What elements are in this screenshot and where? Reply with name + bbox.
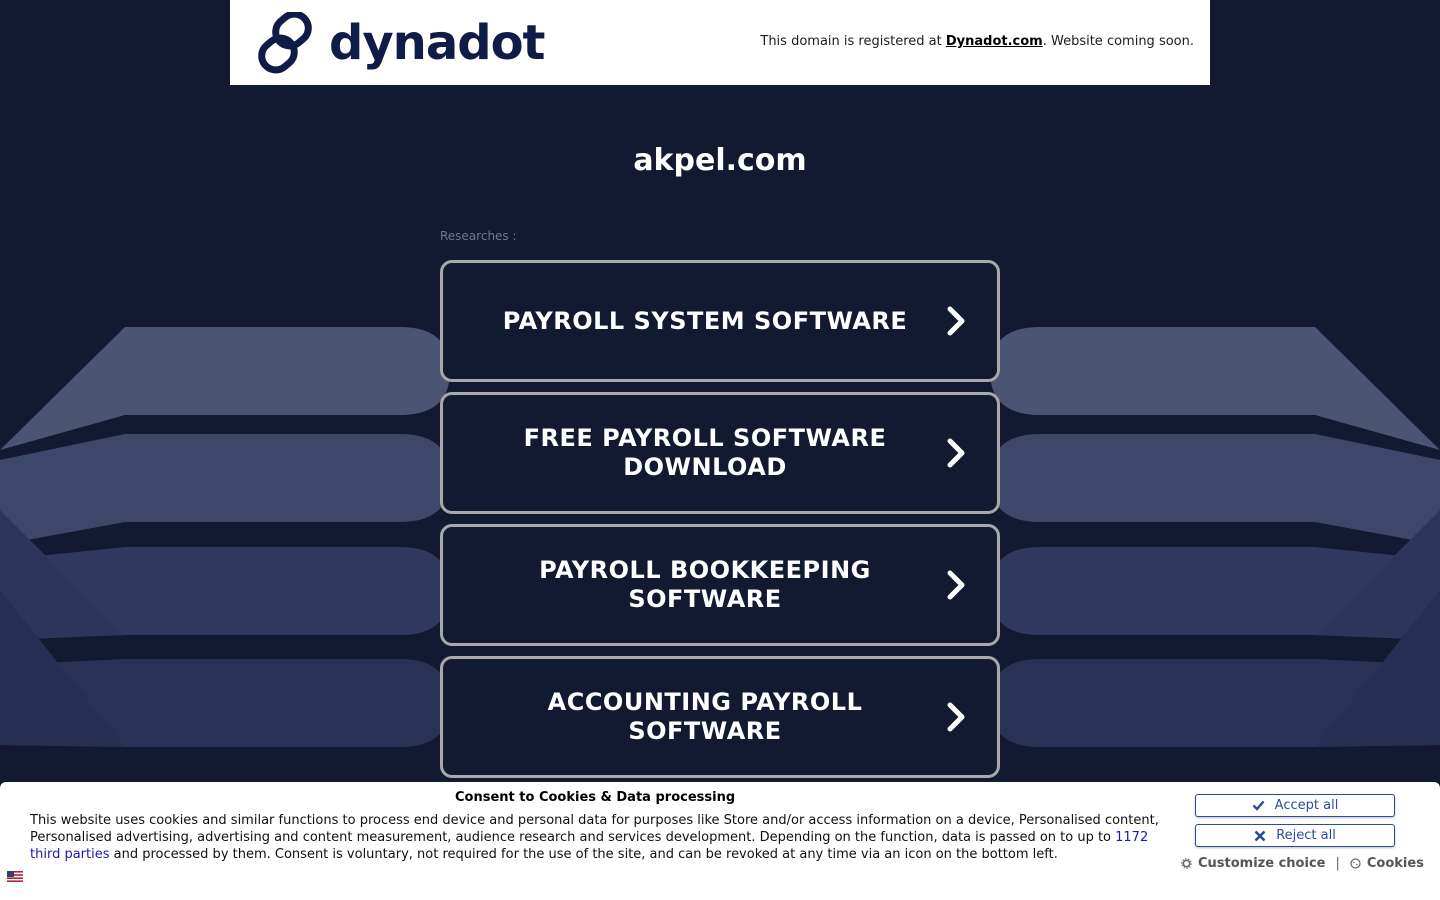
dynadot-logo[interactable]: dynadot [255,12,545,74]
related-link-label: FREE PAYROLL SOFTWARE DOWNLOAD [523,424,887,481]
related-link-button[interactable]: FREE PAYROLL SOFTWARE DOWNLOAD [440,392,1000,514]
cookies-link[interactable]: Cookies [1367,856,1424,871]
chevron-right-icon [947,702,965,732]
note-suffix: . Website coming soon. [1042,34,1194,49]
related-link-label: PAYROLL BOOKKEEPING SOFTWARE [539,556,871,613]
logo-text: dynadot [329,15,545,71]
customize-choice-link[interactable]: Customize choice [1198,856,1325,871]
reject-all-button[interactable]: Reject all [1195,824,1395,847]
registrar-header: dynadot This domain is registered at Dyn… [230,0,1210,85]
chevron-right-icon [947,306,965,336]
bg-band [0,434,450,545]
related-link-label: ACCOUNTING PAYROLL SOFTWARE [547,688,863,745]
bg-band [990,434,1440,545]
us-flag-icon[interactable] [7,871,23,882]
cookie-secondary-links: Customize choice | Cookies [1181,856,1424,871]
check-icon [1252,800,1265,811]
bg-band [990,327,1440,450]
researches-label: Researches : [440,229,517,243]
cookie-text-part1: This website uses cookies and similar fu… [30,813,1159,845]
related-link-button[interactable]: ACCOUNTING PAYROLL SOFTWARE [440,656,1000,778]
x-icon [1254,830,1266,841]
cookie-consent-banner: Consent to Cookies & Data processing Thi… [0,782,1440,900]
related-link-label: PAYROLL SYSTEM SOFTWARE [502,306,908,335]
link-separator: | [1335,856,1340,871]
chain-link-icon [258,12,312,74]
cookie-description: This website uses cookies and similar fu… [30,812,1165,863]
accept-all-button[interactable]: Accept all [1195,794,1395,817]
registration-note: This domain is registered at Dynadot.com… [760,34,1194,49]
reject-all-label: Reject all [1276,828,1336,843]
related-links: PAYROLL SYSTEM SOFTWARE FREE PAYROLL SOF… [440,260,1000,788]
cookie-icon [1350,858,1361,869]
note-prefix: This domain is registered at [760,34,946,49]
chevron-right-icon [947,570,965,600]
cookie-text-part2: and processed by them. Consent is volunt… [109,847,1058,862]
bg-band [0,327,450,450]
chevron-right-icon [947,438,965,468]
related-link-button[interactable]: PAYROLL BOOKKEEPING SOFTWARE [440,524,1000,646]
domain-title: akpel.com [633,143,807,178]
gear-icon [1181,858,1192,869]
cookie-title: Consent to Cookies & Data processing [455,790,736,805]
dynadot-link[interactable]: Dynadot.com [946,34,1043,49]
accept-all-label: Accept all [1274,798,1339,813]
related-link-button[interactable]: PAYROLL SYSTEM SOFTWARE [440,260,1000,382]
